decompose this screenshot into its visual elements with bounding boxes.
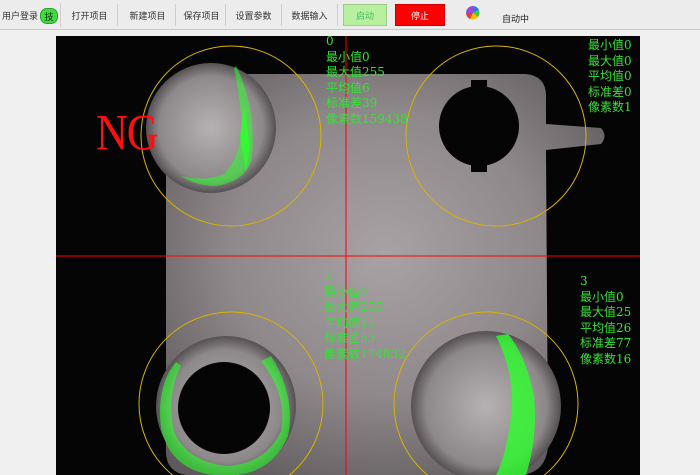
- camera-view: NG 0 最小值0 最大值255 平均值6 标准差39 像素数159438 最小…: [56, 36, 640, 475]
- new-project-button[interactable]: 新建项目: [120, 4, 176, 26]
- region-stats-2: 2 最小值0 最大值255 平均值11 标准差53 像素数174832: [324, 269, 406, 362]
- set-parameters-button[interactable]: 设置参数: [226, 4, 282, 26]
- keyway-top: [471, 80, 487, 90]
- mounting-hole-1: [439, 86, 519, 166]
- region-stats-1: 最小值0 最大值0 平均值0 标准差0 像素数1: [588, 38, 632, 116]
- toolbar-divider: [60, 3, 61, 27]
- stat-std: 标准差39: [326, 96, 378, 110]
- stat-pixels: 像素数174832: [324, 346, 406, 361]
- region-id: 2: [324, 269, 332, 283]
- toolbar: 用户登录 技 打开项目 新建项目 保存项目 设置参数 数据输入 启动 停止 自动…: [0, 0, 700, 30]
- stat-min: 最小值0: [588, 38, 632, 52]
- stat-pixels: 像素数159438: [326, 111, 408, 126]
- region-stats-0: 0 最小值0 最大值255 平均值6 标准差39 像素数159438: [326, 36, 408, 127]
- stop-button[interactable]: 停止: [395, 4, 445, 26]
- stat-pixels: 像素数16: [580, 351, 632, 366]
- roi-lens-0: [146, 63, 276, 193]
- stat-pixels: 像素数1: [588, 100, 632, 114]
- stat-avg: 平均值11: [324, 315, 376, 330]
- region-id: 0: [326, 36, 334, 48]
- open-project-button[interactable]: 打开项目: [62, 4, 118, 26]
- stat-min: 最小值0: [580, 289, 624, 304]
- stat-std: 标准差53: [324, 331, 376, 345]
- stat-std: 标准差77: [580, 336, 632, 350]
- user-login-button[interactable]: 用户登录: [0, 4, 40, 26]
- stat-avg: 平均值6: [326, 80, 370, 95]
- run-status-text: 自动中: [502, 15, 530, 25]
- stat-max: 最大值25: [580, 305, 632, 319]
- data-input-button[interactable]: 数据输入: [282, 4, 338, 26]
- stat-max: 最大值0: [588, 53, 632, 68]
- keyway-bottom: [471, 162, 487, 172]
- stat-std: 标准差0: [588, 84, 632, 99]
- mounting-hole-2: [178, 362, 270, 454]
- region-stats-3: 3 最小值0 最大值25 平均值26 标准差77 像素数16: [580, 274, 631, 367]
- region-id: 3: [580, 274, 588, 288]
- stat-min: 最小值0: [326, 49, 370, 64]
- save-project-button[interactable]: 保存项目: [178, 4, 226, 26]
- role-badge: 技: [40, 8, 58, 24]
- start-button[interactable]: 启动: [343, 4, 387, 26]
- stat-max: 最大值255: [326, 65, 385, 79]
- pinwheel-icon: [466, 6, 480, 20]
- stat-avg: 平均值0: [588, 69, 632, 83]
- stat-max: 最大值255: [324, 300, 383, 314]
- verdict-label: NG: [96, 104, 159, 161]
- stat-avg: 平均值26: [580, 320, 632, 335]
- stat-min: 最小值0: [324, 284, 368, 299]
- roi-lens-3: [411, 331, 561, 475]
